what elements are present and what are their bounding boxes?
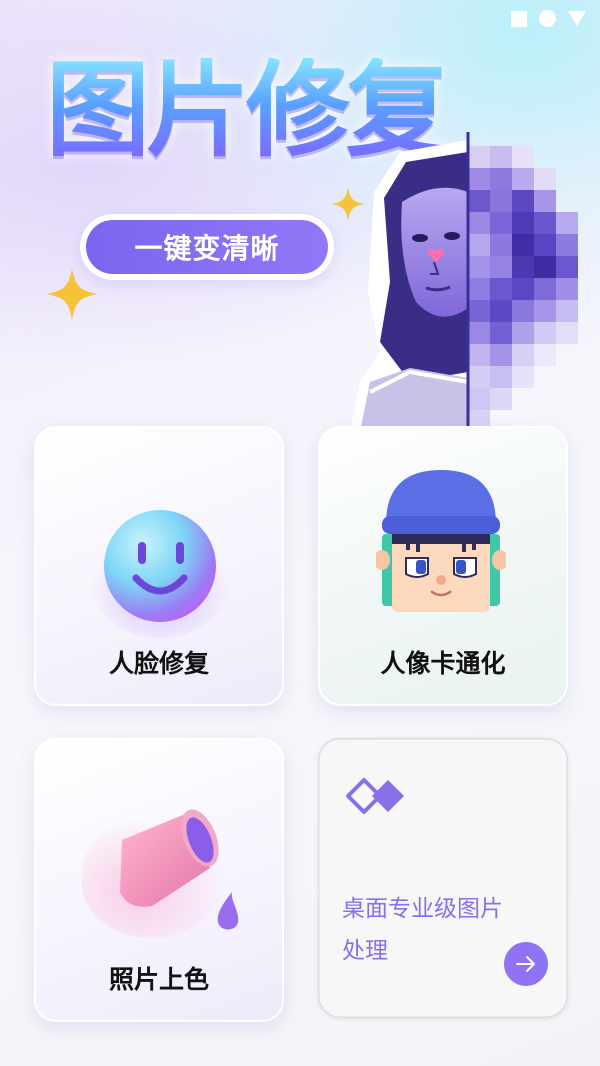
arrow-right-button[interactable]: [504, 942, 548, 986]
feature-label: 人像卡通化: [380, 649, 506, 678]
feature-label: 照片上色: [108, 965, 209, 994]
arrow-right-icon: [516, 956, 535, 972]
status-bar: [511, 10, 586, 27]
circle-icon: [539, 10, 556, 27]
feature-card-colorize[interactable]: 照片上色: [34, 738, 284, 1022]
desktop-pro-line1: 桌面专业级图片: [342, 896, 503, 922]
feature-card-cartoonize[interactable]: 人像卡通化: [318, 426, 568, 706]
hero-subtitle-pill: 一键变清晰: [80, 214, 334, 280]
feature-label: 人脸修复: [108, 649, 209, 678]
portrait-illustration: [350, 132, 578, 432]
desktop-pro-card[interactable]: 桌面专业级图片 处理: [318, 738, 568, 1018]
square-icon: [511, 10, 527, 27]
diamond-logo-icon: [346, 778, 404, 814]
sparkle-icon: [46, 268, 98, 320]
smiley-face-icon: [90, 510, 230, 638]
cartoon-avatar-icon: [376, 470, 506, 612]
paint-bucket-icon: [82, 809, 239, 938]
hero-subtitle: 一键变清晰: [86, 220, 328, 274]
triangle-icon: [568, 11, 586, 26]
feature-card-face-restore[interactable]: 人脸修复: [34, 426, 284, 706]
